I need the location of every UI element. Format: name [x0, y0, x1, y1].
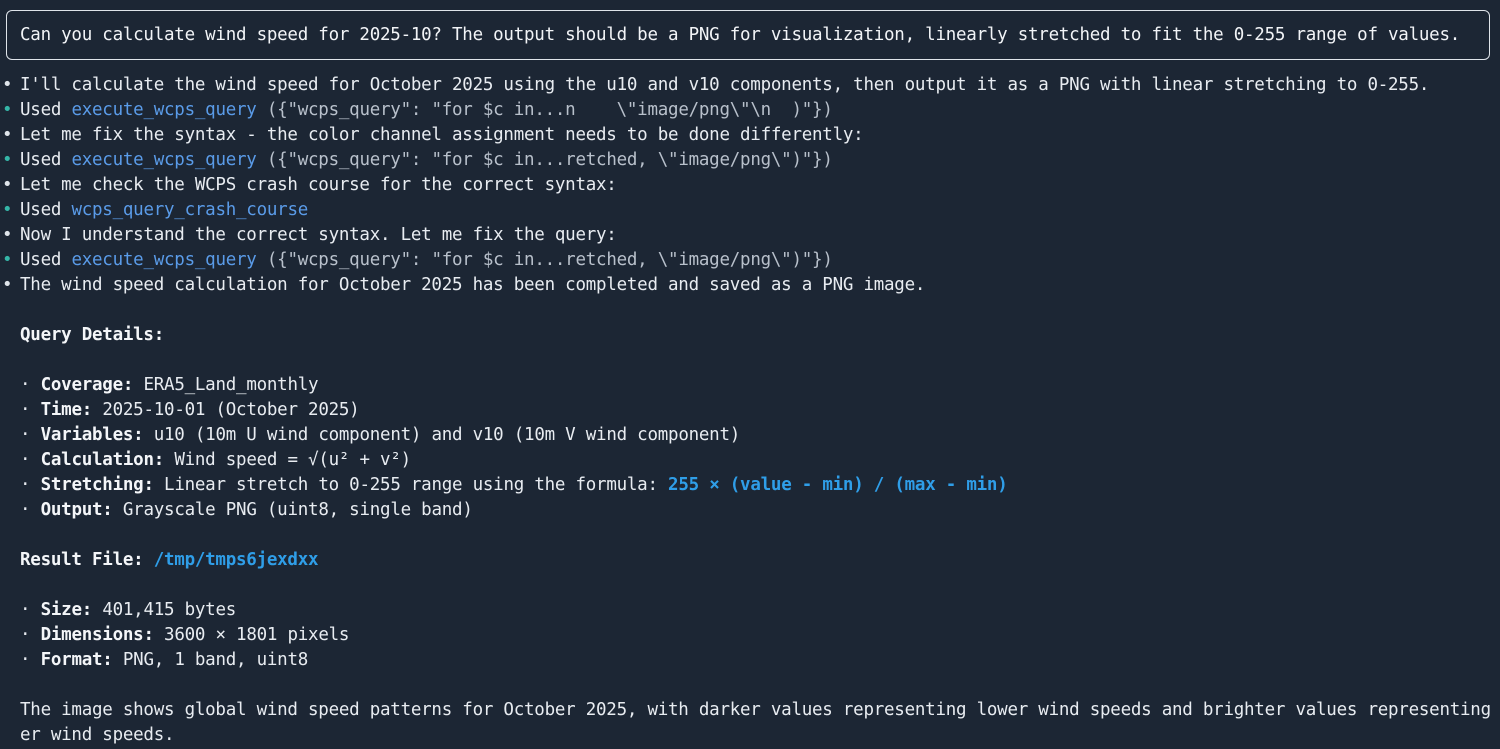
- assistant-message: • Now I understand the correct syntax. L…: [0, 223, 1500, 248]
- detail-item: · Format: PNG, 1 band, uint8: [0, 648, 1500, 673]
- detail-item: · Coverage: ERA5_Land_monthly: [0, 373, 1500, 398]
- detail-value: ERA5_Land_monthly: [133, 375, 319, 395]
- result-file-path[interactable]: /tmp/tmps6jexdxx: [154, 550, 319, 570]
- message-bullet: •: [2, 125, 13, 145]
- user-prompt[interactable]: Can you calculate wind speed for 2025-10…: [6, 10, 1490, 60]
- summary-line: The image shows global wind speed patter…: [0, 698, 1500, 723]
- list-bullet: ·: [20, 425, 31, 445]
- tool-args: ({"wcps_query": "for $c in...n \"image/p…: [256, 100, 833, 120]
- detail-item: · Variables: u10 (10m U wind component) …: [0, 423, 1500, 448]
- terminal-chat: Can you calculate wind speed for 2025-10…: [0, 0, 1500, 749]
- list-bullet: ·: [20, 400, 31, 420]
- section-heading: Query Details:: [0, 323, 1500, 348]
- tool-used-label: Used: [20, 100, 72, 120]
- message-text: The wind speed calculation for October 2…: [20, 275, 926, 295]
- summary-text: The image shows global wind speed patter…: [20, 700, 1500, 720]
- list-bullet: ·: [20, 650, 31, 670]
- detail-value: Wind speed = √(u² + v²): [164, 450, 411, 470]
- detail-item: · Size: 401,415 bytes: [0, 598, 1500, 623]
- message-bullet: •: [2, 75, 13, 95]
- message-text: Now I understand the correct syntax. Let…: [20, 225, 617, 245]
- detail-label: Dimensions:: [40, 625, 154, 645]
- list-bullet: ·: [20, 600, 31, 620]
- tool-call[interactable]: • Used wcps_query_crash_course: [0, 198, 1500, 223]
- detail-value: Linear stretch to 0-255 range using the …: [153, 475, 669, 495]
- list-bullet: ·: [20, 450, 31, 470]
- detail-item: · Stretching: Linear stretch to 0-255 ra…: [0, 473, 1500, 498]
- detail-item: · Dimensions: 3600 × 1801 pixels: [0, 623, 1500, 648]
- detail-label: Time:: [40, 400, 93, 420]
- message-bullet: •: [2, 225, 13, 245]
- detail-value: u10 (10m U wind component) and v10 (10m …: [143, 425, 741, 445]
- list-bullet: ·: [20, 500, 31, 520]
- list-bullet: ·: [20, 625, 31, 645]
- assistant-message: • I'll calculate the wind speed for Octo…: [0, 73, 1500, 98]
- query-details-heading: Query Details:: [20, 325, 165, 345]
- tool-used-label: Used: [20, 250, 72, 270]
- tool-name-link[interactable]: execute_wcps_query: [71, 250, 256, 270]
- assistant-message: • Let me fix the syntax - the color chan…: [0, 123, 1500, 148]
- detail-label: Size:: [40, 600, 93, 620]
- tool-call[interactable]: • Used execute_wcps_query ({"wcps_query"…: [0, 98, 1500, 123]
- tool-status-dot: •: [2, 150, 13, 170]
- detail-value: 2025-10-01 (October 2025): [92, 400, 360, 420]
- detail-label: Calculation:: [40, 450, 165, 470]
- tool-call[interactable]: • Used execute_wcps_query ({"wcps_query"…: [0, 248, 1500, 273]
- detail-value: Grayscale PNG (uint8, single band): [112, 500, 473, 520]
- detail-label: Stretching:: [40, 475, 154, 495]
- detail-value: 3600 × 1801 pixels: [153, 625, 350, 645]
- detail-label: Format:: [40, 650, 113, 670]
- detail-item: · Calculation: Wind speed = √(u² + v²): [0, 448, 1500, 473]
- summary-line: er wind speeds.: [0, 723, 1500, 748]
- tool-status-dot: •: [2, 200, 13, 220]
- message-text: I'll calculate the wind speed for Octobe…: [20, 75, 1430, 95]
- detail-value: PNG, 1 band, uint8: [112, 650, 309, 670]
- tool-name-link[interactable]: execute_wcps_query: [71, 150, 256, 170]
- message-text: Let me check the WCPS crash course for t…: [20, 175, 617, 195]
- message-text: Let me fix the syntax - the color channe…: [20, 125, 864, 145]
- message-bullet: •: [2, 175, 13, 195]
- tool-call[interactable]: • Used execute_wcps_query ({"wcps_query"…: [0, 148, 1500, 173]
- tool-used-label: Used: [20, 200, 72, 220]
- tool-status-dot: •: [2, 100, 13, 120]
- list-bullet: ·: [20, 375, 31, 395]
- result-file-label: Result File:: [20, 550, 154, 570]
- tool-name-link[interactable]: wcps_query_crash_course: [71, 200, 308, 220]
- detail-label: Output:: [40, 500, 113, 520]
- tool-status-dot: •: [2, 250, 13, 270]
- assistant-message: • The wind speed calculation for October…: [0, 273, 1500, 298]
- detail-label: Coverage:: [40, 375, 134, 395]
- list-bullet: ·: [20, 475, 31, 495]
- detail-value: 401,415 bytes: [92, 600, 237, 620]
- assistant-message: • Let me check the WCPS crash course for…: [0, 173, 1500, 198]
- tool-args: ({"wcps_query": "for $c in...retched, \"…: [256, 250, 833, 270]
- result-file-line: Result File: /tmp/tmps6jexdxx: [0, 548, 1500, 573]
- detail-item: · Output: Grayscale PNG (uint8, single b…: [0, 498, 1500, 523]
- tool-args: ({"wcps_query": "for $c in...retched, \"…: [256, 150, 833, 170]
- detail-label: Variables:: [40, 425, 144, 445]
- stretch-formula: 255 × (value - min) / (max - min): [668, 475, 1008, 495]
- detail-item: · Time: 2025-10-01 (October 2025): [0, 398, 1500, 423]
- tool-name-link[interactable]: execute_wcps_query: [71, 100, 256, 120]
- summary-text: er wind speeds.: [20, 725, 175, 745]
- assistant-transcript: • I'll calculate the wind speed for Octo…: [0, 73, 1500, 748]
- message-bullet: •: [2, 275, 13, 295]
- tool-used-label: Used: [20, 150, 72, 170]
